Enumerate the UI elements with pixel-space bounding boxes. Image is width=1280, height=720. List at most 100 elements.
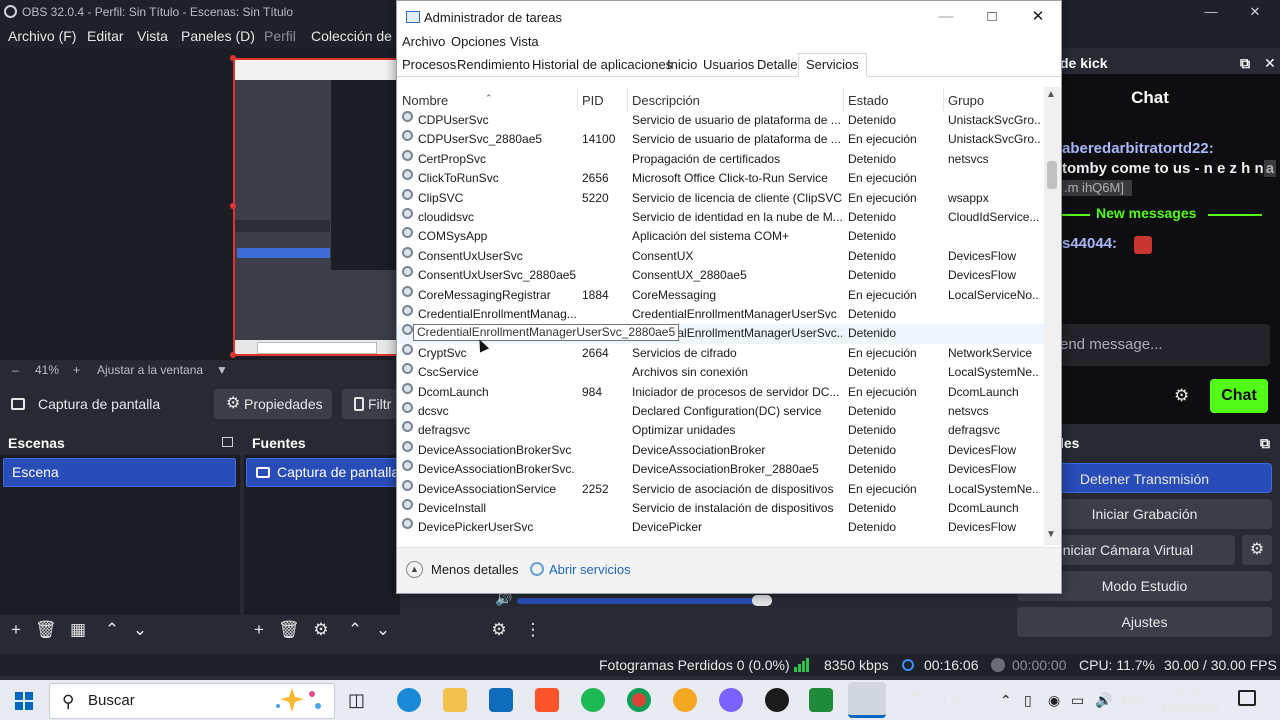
service-row[interactable]: CoreMessagingRegistrar 1884 CoreMessaging E… bbox=[397, 285, 1044, 305]
menu-coleccion[interactable]: Colección de E bbox=[311, 24, 405, 48]
filters-button[interactable]: Filtr bbox=[342, 389, 402, 419]
add-scene-button[interactable]: + bbox=[6, 620, 26, 640]
service-row[interactable]: CryptSvc 2664 Servicios de cifrado En ejecu… bbox=[397, 343, 1044, 363]
service-row[interactable]: ConsentUxUserSvc ConsentUX Detenido Devices… bbox=[397, 246, 1044, 266]
col-grupo[interactable]: Grupo bbox=[948, 93, 984, 108]
file-explorer-icon[interactable] bbox=[443, 688, 467, 712]
weather-text[interactable]: 1 m... bbox=[941, 692, 976, 708]
outlook-icon[interactable] bbox=[489, 688, 513, 712]
undock-icon[interactable]: ⧉ bbox=[1260, 432, 1270, 454]
gear-icon[interactable]: ⚙ bbox=[1242, 535, 1272, 565]
service-row[interactable]: defragsvc Optimizar unidades Detenido defra… bbox=[397, 421, 1044, 440]
services-list[interactable]: Nombre ⌃ PID Descripción Estado Grupo CD… bbox=[397, 87, 1061, 545]
menu-archivo[interactable]: Archivo (F) bbox=[8, 24, 76, 48]
edge-icon[interactable] bbox=[397, 688, 421, 712]
chevron-up-icon[interactable]: ⌃ bbox=[1000, 692, 1012, 709]
service-row[interactable]: CertPropSvc Propagación de certificados De… bbox=[397, 149, 1044, 169]
new-messages-divider[interactable]: New messages bbox=[1062, 205, 1262, 225]
service-row[interactable]: DeviceAssociationBrokerSvc DeviceAssociat… bbox=[397, 440, 1044, 460]
tab-procesos[interactable]: Procesos bbox=[402, 57, 456, 72]
chat-username[interactable]: aberedarbitratortd22: bbox=[1062, 140, 1214, 157]
col-estado[interactable]: Estado bbox=[848, 93, 888, 108]
service-row[interactable]: cloudidsvc Servicio de identidad en la nu… bbox=[397, 208, 1044, 227]
lock-app-icon[interactable] bbox=[673, 688, 697, 712]
menu-vista[interactable]: Vista bbox=[137, 24, 168, 48]
tab-servicios[interactable]: Servicios bbox=[798, 53, 867, 77]
obs-restore-button[interactable] bbox=[1186, 0, 1232, 24]
service-row[interactable]: DcomLaunch 984 Iniciador de procesos de se… bbox=[397, 382, 1044, 402]
service-row[interactable]: ClipSVC 5220 Servicio de licencia de clien… bbox=[397, 188, 1044, 208]
clock[interactable]: 0:38 12/03/2026 bbox=[1150, 684, 1230, 716]
chat-username[interactable]: s44044: bbox=[1062, 235, 1117, 252]
open-services-link[interactable]: Abrir servicios bbox=[549, 562, 631, 577]
service-row[interactable]: CscService Archivos sin conexión Detenido L… bbox=[397, 363, 1044, 382]
scene-filters-button[interactable]: ▦ bbox=[68, 620, 88, 640]
tab-historial[interactable]: Historial de aplicaciones bbox=[532, 57, 672, 72]
messenger-icon[interactable] bbox=[719, 688, 743, 712]
service-row[interactable]: ConsentUxUserSvc_2880ae5 ConsentUX_2880ae… bbox=[397, 266, 1044, 285]
preview-capture-frame[interactable] bbox=[233, 58, 408, 356]
tab-detalles[interactable]: Detalles bbox=[757, 57, 804, 72]
chrome-icon[interactable] bbox=[627, 688, 651, 712]
service-row[interactable]: DeviceAssociationBrokerSvc... DeviceAssoc… bbox=[397, 460, 1044, 479]
language-indicator[interactable]: ESP bbox=[1122, 693, 1146, 707]
resize-handle[interactable] bbox=[230, 55, 236, 61]
scrollbar-thumb[interactable] bbox=[1047, 161, 1057, 189]
service-row[interactable]: ClickToRunSvc 2656 Microsoft Office Click-… bbox=[397, 169, 1044, 188]
resize-handle[interactable] bbox=[230, 352, 236, 358]
source-item[interactable]: Captura de pantalla bbox=[246, 458, 400, 487]
service-row[interactable]: CDPUserSvc Servicio de usuario de platafo… bbox=[397, 111, 1044, 130]
col-nombre[interactable]: Nombre bbox=[402, 93, 448, 108]
services-icon[interactable] bbox=[530, 562, 544, 576]
zoom-out-button[interactable]: – bbox=[12, 360, 19, 380]
maximize-button[interactable]: □ bbox=[969, 1, 1015, 32]
windows-start-icon[interactable] bbox=[15, 692, 33, 710]
webcam-icon[interactable]: ◉ bbox=[1048, 692, 1060, 709]
service-row[interactable]: CredentialEnrollmentManag... CredentialEn… bbox=[397, 305, 1044, 324]
search-placeholder[interactable]: Buscar bbox=[88, 692, 135, 709]
resize-handle[interactable] bbox=[230, 203, 236, 209]
service-row[interactable]: DeviceInstall Servicio de instalación de … bbox=[397, 499, 1044, 518]
task-view-icon[interactable]: ◫ bbox=[348, 690, 372, 714]
scene-item[interactable]: Escena bbox=[3, 458, 236, 487]
spotify-icon[interactable] bbox=[581, 688, 605, 712]
scroll-down-icon[interactable]: ▼ bbox=[1046, 529, 1056, 540]
service-row[interactable]: DeviceAssociationService 2252 Servicio de … bbox=[397, 479, 1044, 499]
tab-rendimiento[interactable]: Rendimiento bbox=[457, 57, 530, 72]
vim-app-icon[interactable] bbox=[809, 688, 833, 712]
obs-close-button[interactable]: ✕ bbox=[1232, 0, 1278, 24]
undock-icon[interactable] bbox=[222, 437, 233, 447]
source-down-button[interactable]: ⌄ bbox=[373, 620, 393, 640]
menu-vista[interactable]: Vista bbox=[510, 34, 539, 49]
obs-taskbar-icon[interactable] bbox=[765, 688, 789, 712]
zoom-dropdown-icon[interactable]: ▼ bbox=[216, 360, 228, 380]
col-descripcion[interactable]: Descripción bbox=[632, 93, 700, 108]
service-row[interactable]: dcsvc Declared Configuration(DC) service D… bbox=[397, 402, 1044, 421]
fewer-details-link[interactable]: Menos detalles bbox=[431, 562, 518, 577]
menu-editar[interactable]: Editar bbox=[87, 24, 124, 48]
weather-umbrella-icon[interactable]: ☂ bbox=[908, 688, 923, 708]
menu-perfil[interactable]: Perfil bbox=[264, 24, 296, 48]
chat-input[interactable]: end message... bbox=[1060, 324, 1270, 366]
tab-inicio[interactable]: Inicio bbox=[667, 57, 697, 72]
remove-source-button[interactable]: 🗑 bbox=[278, 620, 300, 640]
col-pid[interactable]: PID bbox=[582, 93, 604, 108]
usb-icon[interactable]: ▯ bbox=[1024, 692, 1032, 709]
volume-icon[interactable]: 🔊 bbox=[1095, 692, 1112, 709]
zoom-in-button[interactable]: + bbox=[73, 360, 80, 380]
menu-archivo[interactable]: Archivo bbox=[402, 34, 445, 49]
menu-opciones[interactable]: Opciones bbox=[451, 34, 506, 49]
gear-icon[interactable]: ⚙ bbox=[1174, 386, 1189, 406]
volume-slider-handle[interactable] bbox=[752, 595, 772, 606]
mixer-menu-button[interactable]: ⋮ bbox=[523, 620, 543, 640]
tab-usuarios[interactable]: Usuarios bbox=[703, 57, 754, 72]
add-source-button[interactable]: + bbox=[249, 620, 269, 640]
volume-slider[interactable] bbox=[517, 598, 767, 604]
mixer-settings-button[interactable]: ⚙ bbox=[489, 620, 509, 640]
settings-button[interactable]: Ajustes bbox=[1017, 607, 1272, 637]
source-settings-button[interactable]: ⚙ bbox=[311, 620, 331, 640]
brave-icon[interactable] bbox=[535, 688, 559, 712]
undock-icon[interactable]: ⧉ bbox=[1240, 52, 1250, 74]
vertical-scrollbar[interactable] bbox=[1044, 87, 1061, 545]
service-row[interactable]: DevicePickerUserSvc DevicePicker Detenido D… bbox=[397, 518, 1044, 537]
